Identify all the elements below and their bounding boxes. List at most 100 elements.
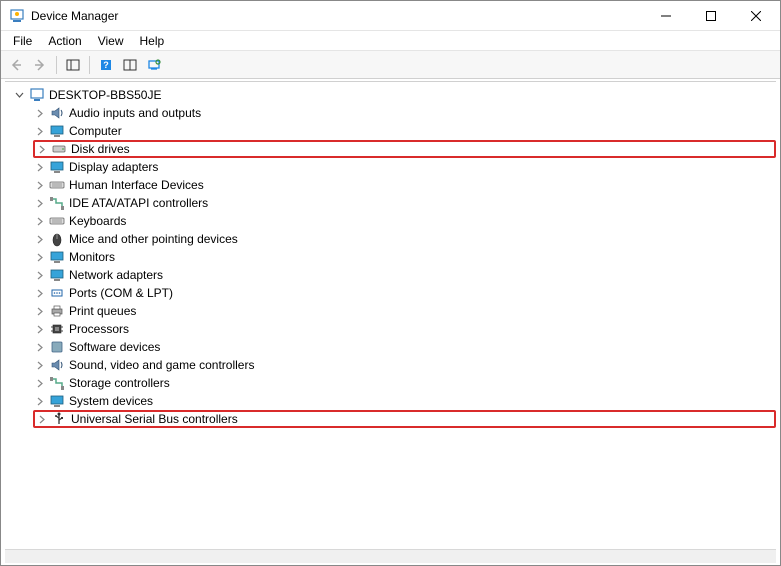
window-controls <box>643 1 778 30</box>
tree-node-label: Software devices <box>69 340 160 354</box>
svg-text:?: ? <box>103 60 109 70</box>
tree-node[interactable]: Sound, video and game controllers <box>33 356 776 374</box>
menu-help[interactable]: Help <box>132 32 173 50</box>
show-hide-tree-button[interactable] <box>62 54 84 76</box>
tree-node[interactable]: Software devices <box>33 338 776 356</box>
monitor-icon <box>49 123 65 139</box>
tree-node[interactable]: IDE ATA/ATAPI controllers <box>33 194 776 212</box>
forward-button[interactable] <box>29 54 51 76</box>
audio-icon <box>49 357 65 373</box>
tree-node[interactable]: System devices <box>33 392 776 410</box>
tree-node[interactable]: Storage controllers <box>33 374 776 392</box>
toolbar-separator <box>56 56 57 74</box>
tree-node-label: Keyboards <box>69 214 126 228</box>
tree-node-label: IDE ATA/ATAPI controllers <box>69 196 208 210</box>
expand-icon[interactable] <box>33 359 45 371</box>
tree-node-label: Mice and other pointing devices <box>69 232 238 246</box>
audio-icon <box>49 105 65 121</box>
toolbar-separator <box>89 56 90 74</box>
tree-root-node[interactable]: DESKTOP-BBS50JE <box>13 86 776 104</box>
mouse-icon <box>49 231 65 247</box>
expand-icon[interactable] <box>33 215 45 227</box>
tree-node[interactable]: Computer <box>33 122 776 140</box>
printer-icon <box>49 303 65 319</box>
expand-icon[interactable] <box>35 413 47 425</box>
menu-view[interactable]: View <box>90 32 132 50</box>
window-title: Device Manager <box>31 9 643 23</box>
expand-icon[interactable] <box>33 233 45 245</box>
tree-node-label: Processors <box>69 322 129 336</box>
tree-node[interactable]: Human Interface Devices <box>33 176 776 194</box>
keyboard-icon <box>49 177 65 193</box>
expand-icon[interactable] <box>33 161 45 173</box>
expand-icon[interactable] <box>33 287 45 299</box>
menu-file[interactable]: File <box>5 32 40 50</box>
scan-hardware-button[interactable] <box>143 54 165 76</box>
root-label: DESKTOP-BBS50JE <box>49 88 162 102</box>
toolbar: ? <box>1 51 780 79</box>
tree-node-label: Network adapters <box>69 268 163 282</box>
tree-node[interactable]: Mice and other pointing devices <box>33 230 776 248</box>
expand-icon[interactable] <box>33 179 45 191</box>
expand-icon[interactable] <box>33 107 45 119</box>
expand-icon[interactable] <box>33 395 45 407</box>
expand-icon[interactable] <box>35 143 47 155</box>
tree-node[interactable]: Processors <box>33 320 776 338</box>
expand-icon[interactable] <box>33 341 45 353</box>
expand-icon[interactable] <box>33 125 45 137</box>
cable-icon <box>49 375 65 391</box>
tree-node[interactable]: Disk drives <box>33 140 776 158</box>
device-tree-pane: DESKTOP-BBS50JE Audio inputs and outputs… <box>5 81 776 547</box>
generic-icon <box>49 339 65 355</box>
maximize-button[interactable] <box>688 1 733 31</box>
expand-icon[interactable] <box>33 251 45 263</box>
tree-node[interactable]: Ports (COM & LPT) <box>33 284 776 302</box>
tree-node-label: Computer <box>69 124 122 138</box>
collapse-icon[interactable] <box>13 89 25 101</box>
tree-node-label: System devices <box>69 394 153 408</box>
chip-icon <box>49 321 65 337</box>
cable-icon <box>49 195 65 211</box>
tree-node[interactable]: Print queues <box>33 302 776 320</box>
tree-node-label: Print queues <box>69 304 136 318</box>
tree-node[interactable]: Network adapters <box>33 266 776 284</box>
tree-node-label: Storage controllers <box>69 376 170 390</box>
tree-node-label: Universal Serial Bus controllers <box>71 412 238 426</box>
tree-children: Audio inputs and outputs Computer Disk dri… <box>13 104 776 428</box>
titlebar: Device Manager <box>1 1 780 31</box>
monitor-icon <box>49 249 65 265</box>
device-tree: DESKTOP-BBS50JE Audio inputs and outputs… <box>5 82 776 432</box>
expand-icon[interactable] <box>33 305 45 317</box>
keyboard-icon <box>49 213 65 229</box>
expand-icon[interactable] <box>33 323 45 335</box>
tree-node-label: Ports (COM & LPT) <box>69 286 173 300</box>
tree-node[interactable]: Universal Serial Bus controllers <box>33 410 776 428</box>
tree-node-label: Human Interface Devices <box>69 178 204 192</box>
back-button[interactable] <box>5 54 27 76</box>
menubar: File Action View Help <box>1 31 780 51</box>
minimize-button[interactable] <box>643 1 688 31</box>
tree-node-label: Disk drives <box>71 142 130 156</box>
usb-icon <box>51 411 67 427</box>
monitor-icon <box>49 267 65 283</box>
close-button[interactable] <box>733 1 778 31</box>
tree-node-label: Display adapters <box>69 160 158 174</box>
monitor-icon <box>49 393 65 409</box>
status-bar <box>5 549 776 563</box>
properties-button[interactable] <box>119 54 141 76</box>
tree-node[interactable]: Keyboards <box>33 212 776 230</box>
tree-node-label: Audio inputs and outputs <box>69 106 201 120</box>
tree-node[interactable]: Display adapters <box>33 158 776 176</box>
help-button[interactable]: ? <box>95 54 117 76</box>
tree-node[interactable]: Monitors <box>33 248 776 266</box>
expand-icon[interactable] <box>33 269 45 281</box>
port-icon <box>49 285 65 301</box>
app-icon <box>9 8 25 24</box>
expand-icon[interactable] <box>33 197 45 209</box>
menu-action[interactable]: Action <box>40 32 89 50</box>
monitor-icon <box>49 159 65 175</box>
computer-icon <box>29 87 45 103</box>
disk-icon <box>51 141 67 157</box>
tree-node[interactable]: Audio inputs and outputs <box>33 104 776 122</box>
expand-icon[interactable] <box>33 377 45 389</box>
